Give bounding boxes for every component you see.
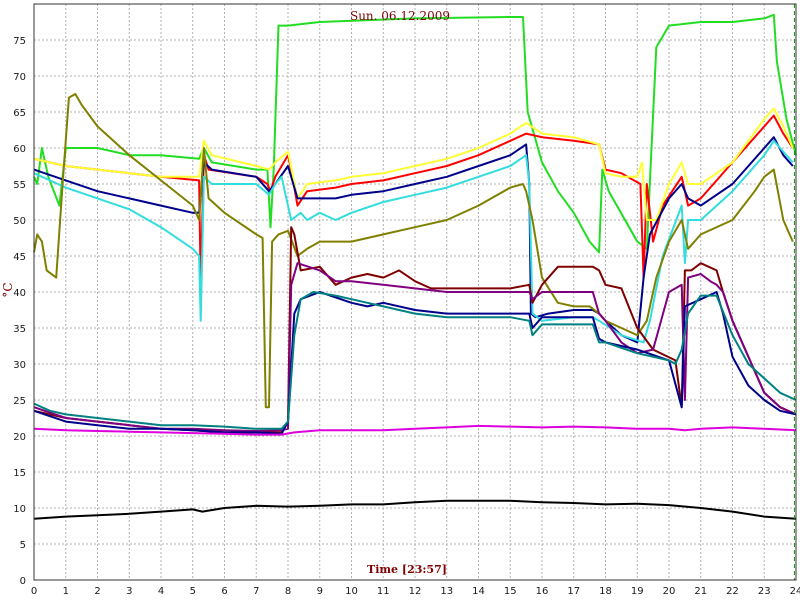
x-tick-label: 3 bbox=[126, 586, 132, 597]
x-tick-label: 22 bbox=[726, 586, 739, 597]
x-tick-label: 18 bbox=[599, 586, 612, 597]
y-tick-label: 70 bbox=[13, 72, 26, 83]
y-tick-label: 15 bbox=[13, 468, 26, 479]
x-tick-label: 19 bbox=[631, 586, 644, 597]
y-axis-label: °C bbox=[1, 282, 15, 297]
x-axis-label: Time [23:57] bbox=[367, 563, 447, 576]
x-tick-label: 23 bbox=[758, 586, 771, 597]
x-tick-label: 17 bbox=[567, 586, 580, 597]
y-tick-label: 5 bbox=[20, 540, 26, 551]
line-chart: 051015202530354045505560657075 012345678… bbox=[0, 0, 800, 600]
x-tick-label: 7 bbox=[253, 586, 259, 597]
x-tick-label: 21 bbox=[694, 586, 707, 597]
x-tick-label: 2 bbox=[94, 586, 100, 597]
chart-title: Sun. 06.12.2009 bbox=[350, 9, 450, 23]
y-tick-label: 45 bbox=[13, 252, 26, 263]
x-tick-label: 14 bbox=[472, 586, 485, 597]
y-tick-label: 55 bbox=[13, 180, 26, 191]
x-tick-label: 5 bbox=[190, 586, 196, 597]
x-tick-label: 11 bbox=[377, 586, 390, 597]
y-tick-label: 0 bbox=[20, 576, 26, 587]
y-tick-label: 60 bbox=[13, 144, 26, 155]
x-tick-label: 24 bbox=[790, 586, 800, 597]
x-tick-label: 0 bbox=[31, 586, 37, 597]
y-tick-label: 50 bbox=[13, 216, 26, 227]
x-tick-label: 16 bbox=[536, 586, 549, 597]
x-tick-label: 15 bbox=[504, 586, 517, 597]
y-tick-label: 20 bbox=[13, 432, 26, 443]
y-tick-label: 10 bbox=[13, 504, 26, 515]
x-tick-label: 4 bbox=[158, 586, 164, 597]
y-tick-label: 30 bbox=[13, 360, 26, 371]
x-tick-label: 20 bbox=[663, 586, 676, 597]
x-tick-label: 8 bbox=[285, 586, 291, 597]
y-tick-label: 65 bbox=[13, 108, 26, 119]
x-tick-label: 9 bbox=[317, 586, 323, 597]
y-tick-label: 75 bbox=[13, 36, 26, 47]
x-tick-label: 13 bbox=[440, 586, 453, 597]
y-tick-label: 35 bbox=[13, 324, 26, 335]
x-tick-label: 10 bbox=[345, 586, 358, 597]
x-tick-label: 6 bbox=[221, 586, 227, 597]
y-tick-label: 40 bbox=[13, 288, 26, 299]
y-tick-label: 25 bbox=[13, 396, 26, 407]
x-tick-label: 12 bbox=[409, 586, 422, 597]
x-tick-label: 1 bbox=[63, 586, 69, 597]
